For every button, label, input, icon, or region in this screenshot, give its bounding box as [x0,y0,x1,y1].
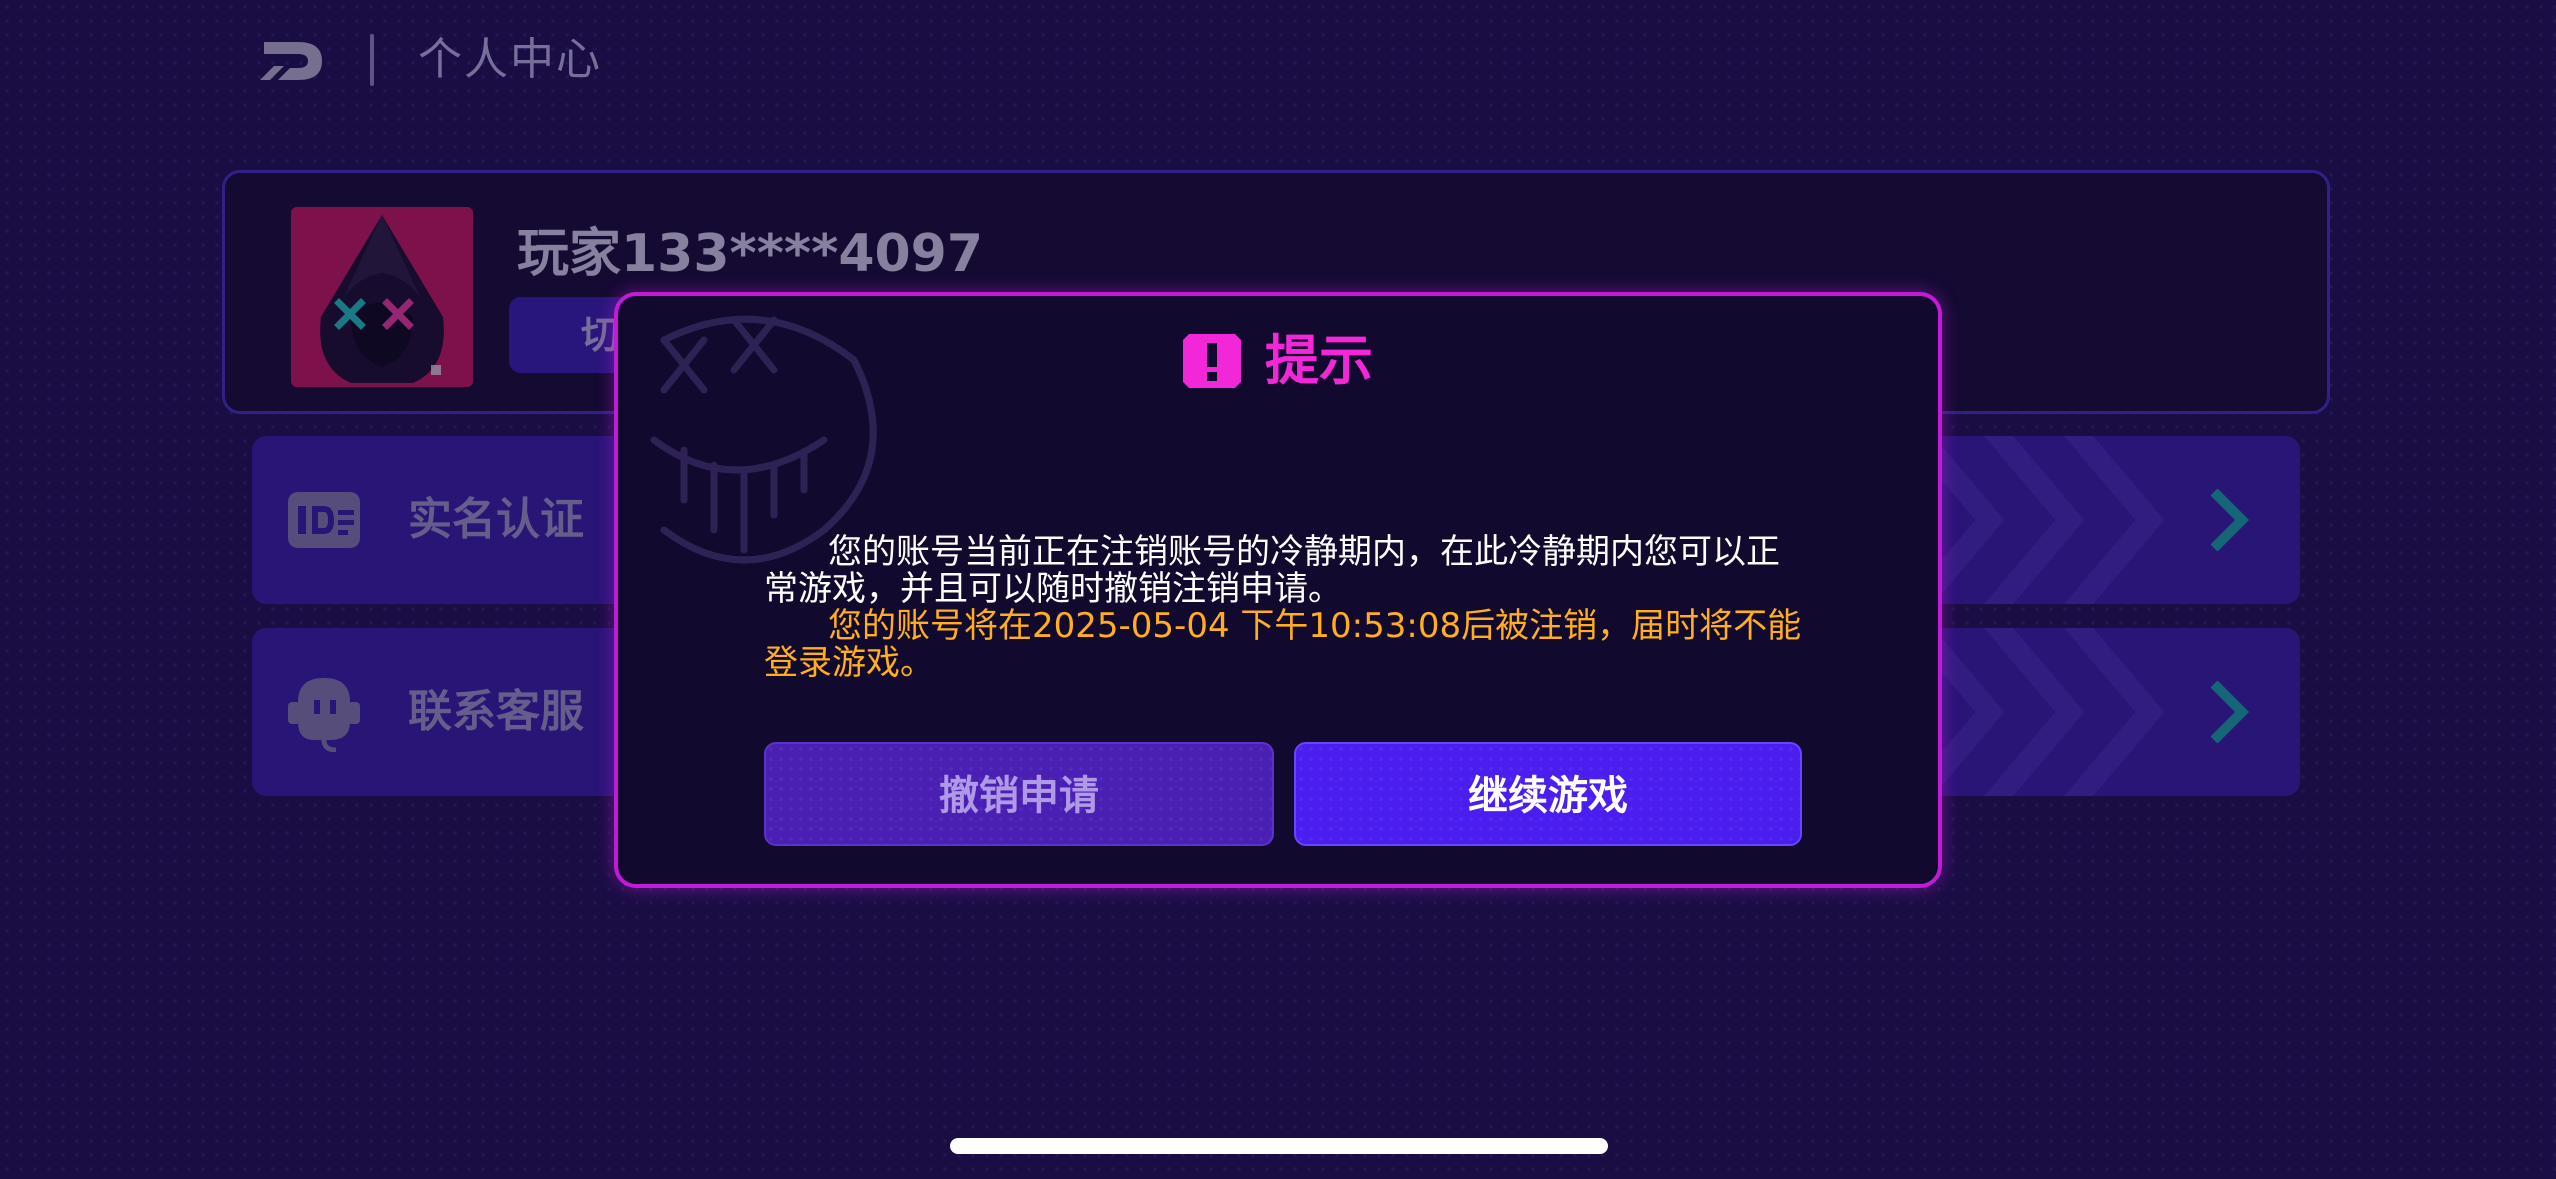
revoke-request-button[interactable]: 撤销申请 [764,742,1274,846]
dialog-title: 提示 [1265,329,1373,392]
home-indicator[interactable] [950,1138,1608,1154]
dialog-message: 您的账号当前正在注销账号的冷静期内，在此冷静期内您可以正常游戏，并且可以随时撤销… [764,532,1780,609]
continue-game-button[interactable]: 继续游戏 [1294,742,1802,846]
dialog-warning: 您的账号将在2025-05-04 下午10:53:08后被注销，届时将不能登录游… [764,606,1802,683]
exclamation-icon [1183,334,1241,388]
notice-dialog: 提示 您的账号当前正在注销账号的冷静期内，在此冷静期内您可以正常游戏，并且可以随… [614,292,1942,888]
dialog-header: 提示 [618,326,1938,396]
